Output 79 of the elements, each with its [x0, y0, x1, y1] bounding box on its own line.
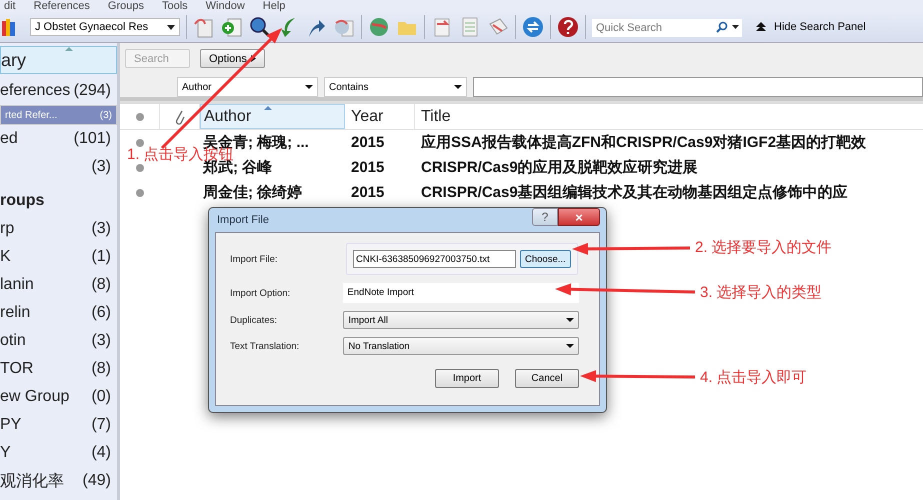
new-document-icon[interactable] [221, 16, 243, 38]
globe-icon[interactable] [368, 16, 390, 38]
sidebar-item[interactable]: TOR (8) [0, 355, 117, 383]
style-select[interactable]: J Obstet Gynaecol Res [30, 18, 180, 36]
sidebar-item[interactable]: 观消化率 (49) [0, 467, 117, 495]
sync-icon[interactable] [522, 16, 544, 38]
quick-search-field[interactable]: Quick Search [592, 19, 742, 37]
sidebar-item[interactable]: K (1) [0, 243, 117, 271]
sidebar-item[interactable]: ew Group (0) [0, 383, 117, 411]
menu-item[interactable]: Tools [162, 0, 188, 12]
sidebar-item[interactable]: PY (7) [0, 411, 117, 439]
field-label: Import File: [230, 254, 279, 264]
author-column-header[interactable]: Author [200, 104, 345, 129]
table-cell-text: 周金佳; 徐绮婷 [202, 183, 304, 202]
field-label: Import Option: [230, 288, 292, 298]
dialog-title: Import File [216, 213, 269, 226]
caret-icon [250, 55, 256, 62]
menu-item[interactable]: References [34, 0, 90, 12]
help-button[interactable]: ? [532, 208, 558, 226]
menu-item[interactable]: Help [262, 0, 286, 12]
books-icon[interactable] [2, 17, 16, 37]
collapse-icon [756, 22, 766, 32]
document-icon[interactable] [193, 16, 215, 38]
caret-icon [566, 344, 574, 348]
caret-icon [305, 85, 313, 89]
close-button[interactable]: × [558, 208, 600, 226]
sidebar-item[interactable]: ed (101) [0, 125, 117, 153]
table-cell-text: 2015 [350, 184, 386, 201]
condition-select[interactable]: Contains [324, 77, 467, 97]
duplicates-select[interactable]: Import All [343, 311, 579, 329]
import-button[interactable]: Import [435, 369, 499, 388]
menu-item[interactable]: Groups [108, 0, 144, 12]
caret-icon [566, 318, 574, 322]
table-cell-text: CRISPR/Cas9的应用及脱靶效应研究进展 [420, 158, 699, 177]
title-column-header[interactable]: Title [415, 104, 923, 129]
sort-caret-icon [65, 47, 73, 51]
table-cell-text: CRISPR/Cas9基因组编辑技术及其在动物基因组定点修饰中的应 [420, 183, 849, 202]
search-term-field[interactable] [473, 77, 923, 97]
sidebar-item[interactable]: eferences (294) [0, 77, 117, 105]
caret-icon [454, 85, 462, 89]
sidebar-item[interactable]: ary [0, 46, 117, 74]
sidebar-item[interactable]: (3) [0, 153, 117, 181]
import-option-field[interactable]: EndNote Import [343, 283, 579, 303]
read-status-icon [136, 138, 144, 146]
table-cell-text: 2015 [350, 159, 386, 176]
options-button[interactable]: Options [200, 49, 265, 68]
sidebar-item[interactable]: rp (3) [0, 215, 117, 243]
sidebar-item[interactable]: relin (6) [0, 299, 117, 327]
read-status-icon [136, 112, 144, 120]
table-cell-text: 郑武; 谷峰 [202, 159, 274, 177]
search-icon[interactable] [716, 21, 728, 33]
file-path-field[interactable]: CNKI-636385096927003750.txt [353, 250, 516, 268]
sort-caret-icon [264, 106, 272, 110]
menu-item[interactable]: dit [4, 0, 16, 12]
annotation-text: 4. 点击导入即可 [700, 368, 807, 387]
cancel-button[interactable]: Cancel [515, 369, 579, 388]
table-cell-text: 2015 [350, 134, 386, 151]
read-status-icon [136, 164, 144, 172]
sidebar-item[interactable]: lanin (8) [0, 271, 117, 299]
year-column-header[interactable]: Year [345, 104, 415, 129]
caret-icon [167, 24, 175, 30]
hide-search-panel-button[interactable]: Hide Search Panel [756, 21, 866, 33]
search-icon[interactable] [249, 16, 271, 38]
sidebar-item[interactable]: otin (3) [0, 327, 117, 355]
choose-button[interactable]: Choose... [520, 250, 571, 268]
read-status-icon [136, 188, 144, 196]
field-select[interactable]: Author [177, 77, 318, 97]
field-label: Duplicates: [230, 314, 278, 326]
sidebar-item[interactable]: Y (4) [0, 439, 117, 467]
caret-icon[interactable] [732, 25, 739, 29]
field-label: Text Translation: [230, 340, 300, 352]
sidebar-item[interactable]: roups [0, 181, 117, 215]
translation-select[interactable]: No Translation [343, 337, 579, 355]
annotation-text: 2. 选择要导入的文件 [695, 238, 832, 257]
paperclip-icon [174, 108, 184, 124]
menu-item[interactable]: Window [206, 0, 245, 12]
help-icon[interactable] [557, 16, 579, 38]
annotation-text: 3. 选择导入的类型 [700, 283, 822, 302]
table-cell-text: 应用SSA报告载体提高ZFN和CRISPR/Cas9对猪IGF2基因的打靶效 [420, 133, 868, 152]
